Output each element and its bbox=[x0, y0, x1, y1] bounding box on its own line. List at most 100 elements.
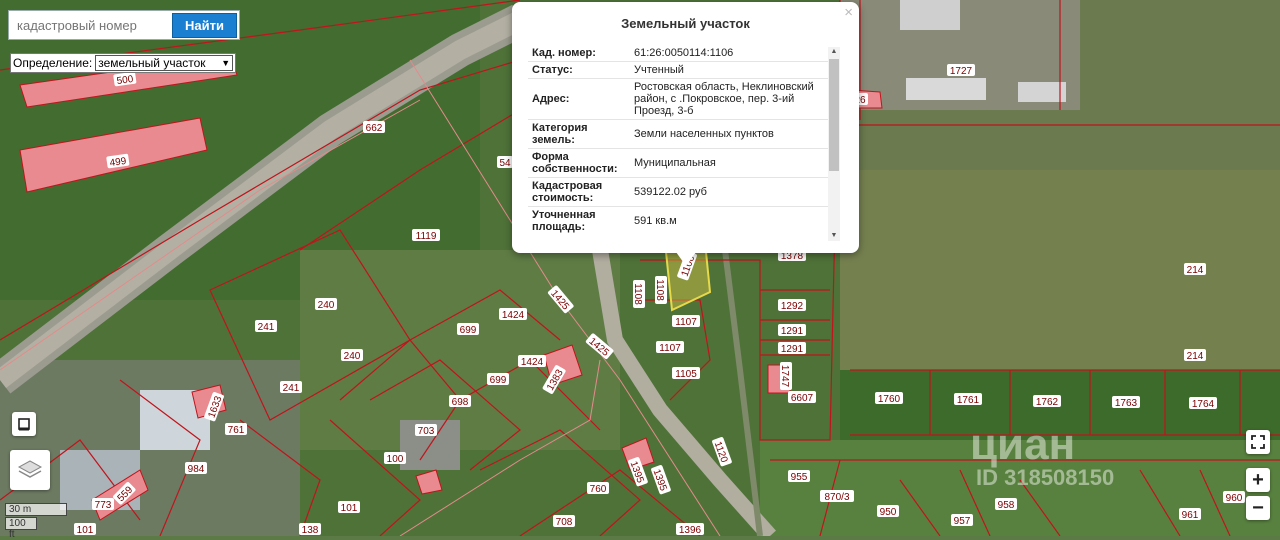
parcel-number-text: 708 bbox=[556, 517, 573, 528]
parcel-number-text: 699 bbox=[460, 325, 477, 336]
parcel-number-label: 1747 bbox=[779, 362, 792, 390]
parcel-info-value: 539122.02 руб bbox=[634, 186, 707, 198]
parcel-info-value: Учтенный bbox=[634, 64, 684, 76]
parcel-number-text: 699 bbox=[490, 375, 507, 386]
parcel-number-text: 1760 bbox=[878, 394, 901, 405]
layers-icon[interactable] bbox=[10, 450, 50, 490]
parcel-number-label: 1764 bbox=[1189, 397, 1217, 410]
parcel-number-label: 1424 bbox=[499, 308, 527, 321]
parcel-info-key: Уточненная площадь: bbox=[532, 209, 596, 233]
parcel-info-value: Ростовская область, Неклиновский район, … bbox=[634, 81, 814, 117]
parcel-number-text: 870/3 bbox=[824, 492, 849, 503]
scroll-down-icon[interactable]: ▼ bbox=[828, 231, 840, 241]
parcel-number-text: 6607 bbox=[791, 393, 814, 404]
parcel-number-text: 761 bbox=[228, 425, 245, 436]
zoom-in-button[interactable]: + bbox=[1246, 468, 1270, 492]
definition-label: Определение: bbox=[13, 56, 93, 70]
parcel-number-text: 1107 bbox=[675, 317, 697, 328]
scale-metric: 30 m bbox=[5, 503, 67, 516]
parcel-number-text: 1424 bbox=[521, 357, 544, 368]
parcel-info-key: Категория земель: bbox=[532, 122, 588, 146]
parcel-number-label: 241 bbox=[280, 381, 302, 394]
watermark-id: ID 318508150 bbox=[976, 465, 1115, 490]
popup-pointer bbox=[676, 252, 696, 266]
parcel-number-label: 1396 bbox=[676, 523, 704, 536]
parcel-info-table: Кад. номер: 61:26:0050114:1106 Статус: Учте… bbox=[528, 45, 840, 241]
parcel-number-text: 54 bbox=[499, 158, 511, 169]
search-button[interactable]: Найти bbox=[172, 12, 237, 38]
parcel-number-label: 699 bbox=[457, 323, 479, 336]
parcel-number-label: 1291 bbox=[778, 324, 806, 337]
parcel-number-text: 240 bbox=[344, 351, 361, 362]
parcel-number-label: 703 bbox=[415, 424, 437, 437]
cadastral-number-input[interactable] bbox=[11, 16, 169, 34]
parcel-number-text: 955 bbox=[791, 472, 808, 483]
parcel-info-key: Форма собственности: bbox=[532, 151, 618, 175]
parcel-number-text: 961 bbox=[1182, 510, 1199, 521]
parcel-number-label: 961 bbox=[1179, 508, 1201, 521]
popup-title: Земельный участок bbox=[621, 16, 750, 31]
popup-scrollbar[interactable]: ▲ ▼ bbox=[828, 47, 840, 241]
parcel-number-text: 1761 bbox=[957, 395, 980, 406]
parcel-number-label: 699 bbox=[487, 373, 509, 386]
parcel-number-label: 773 bbox=[92, 498, 114, 511]
parcel-number-text: 1747 bbox=[779, 365, 790, 388]
parcel-number-label: 1107 bbox=[656, 341, 684, 354]
parcel-number-text: 760 bbox=[590, 484, 607, 495]
ruler-icon[interactable] bbox=[12, 412, 36, 436]
parcel-number-text: 958 bbox=[998, 500, 1015, 511]
zoom-out-button[interactable]: − bbox=[1246, 496, 1270, 520]
parcel-number-text: 100 bbox=[387, 454, 404, 465]
cian-watermark: циан ID 318508150 bbox=[930, 423, 1115, 491]
parcel-info-popup: × Земельный участок Кад. номер: 61:26:005… bbox=[512, 2, 859, 266]
parcel-number-label: 101 bbox=[338, 501, 360, 514]
parcel-number-text: 1396 bbox=[679, 525, 702, 536]
definition-selector: Определение: земельный участок ▼ bbox=[10, 53, 237, 73]
parcel-info-value: 591 кв.м bbox=[634, 215, 677, 227]
parcel-info-value: Земли населенных пунктов bbox=[634, 128, 774, 140]
chevron-down-icon: ▼ bbox=[221, 58, 231, 68]
parcel-number-label: 1763 bbox=[1112, 396, 1140, 409]
parcel-number-text: 1119 bbox=[416, 231, 437, 242]
parcel-number-label: 870/3 bbox=[820, 490, 854, 503]
scroll-thumb[interactable] bbox=[829, 59, 839, 171]
parcel-number-text: 1291 bbox=[781, 344, 804, 355]
parcel-info-key: Адрес: bbox=[532, 93, 570, 105]
parcel-number-label: 1291 bbox=[778, 342, 806, 355]
parcel-number-text: 662 bbox=[366, 123, 383, 134]
parcel-number-label: 6607 bbox=[788, 391, 816, 404]
parcel-number-text: 241 bbox=[283, 383, 300, 394]
parcel-number-label: 1762 bbox=[1033, 395, 1061, 408]
parcel-number-label: 240 bbox=[315, 298, 337, 311]
parcel-number-label: 54 bbox=[497, 156, 513, 169]
definition-select[interactable]: земельный участок ▼ bbox=[95, 55, 234, 71]
parcel-number-text: 1292 bbox=[781, 301, 804, 312]
parcel-number-text: 1107 bbox=[659, 343, 681, 354]
parcel-number-label: 958 bbox=[995, 498, 1017, 511]
parcel-number-label: 957 bbox=[951, 514, 973, 527]
parcel-number-text: 138 bbox=[302, 525, 319, 536]
parcel-number-text: 1291 bbox=[781, 326, 804, 337]
parcel-number-label: 1119 bbox=[412, 229, 440, 242]
parcel-info-row: Адрес: Ростовская область, Неклиновский р… bbox=[528, 78, 840, 119]
parcel-number-text: 1105 bbox=[675, 369, 697, 380]
parcel-info-key: Кадастровая стоимость: bbox=[532, 180, 603, 204]
parcel-info-row: Форма собственности: Муниципальная bbox=[528, 148, 840, 177]
parcel-number-text: 773 bbox=[95, 500, 112, 511]
parcel-number-label: 138 bbox=[299, 523, 321, 536]
parcel-number-label: 708 bbox=[553, 515, 575, 528]
parcel-number-text: 101 bbox=[77, 525, 94, 536]
parcel-number-text: 214 bbox=[1187, 351, 1204, 362]
scroll-up-icon[interactable]: ▲ bbox=[828, 47, 840, 57]
parcel-info-row: Кад. номер: 61:26:0050114:1106 bbox=[528, 45, 840, 61]
parcel-info-key: Статус: bbox=[532, 64, 573, 76]
parcel-number-label: 662 bbox=[363, 121, 385, 134]
parcel-number-text: 240 bbox=[318, 300, 335, 311]
fullscreen-icon[interactable] bbox=[1246, 430, 1270, 454]
parcel-number-text: 960 bbox=[1226, 493, 1243, 504]
parcel-info-row: Уточненная площадь: 591 кв.м bbox=[528, 206, 840, 235]
parcel-number-label: 1107 bbox=[672, 315, 700, 328]
parcel-number-label: 960 bbox=[1223, 491, 1245, 504]
parcel-number-label: 1424 bbox=[518, 355, 546, 368]
parcel-info-row: Кадастровая стоимость: 539122.02 руб bbox=[528, 177, 840, 206]
